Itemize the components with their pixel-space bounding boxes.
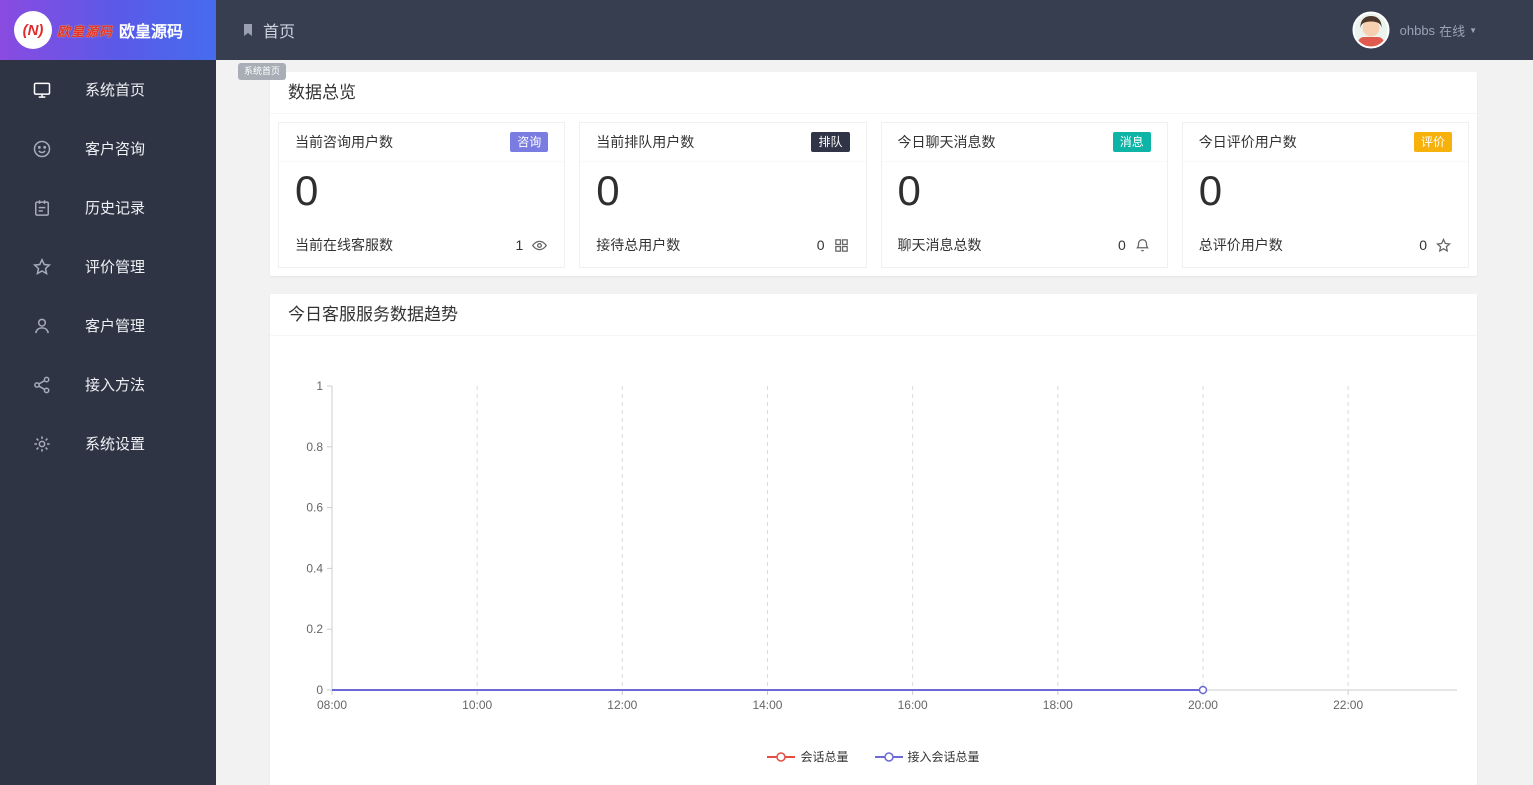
- user-menu[interactable]: ohbbs 在线 ▼: [1352, 11, 1533, 49]
- sidebar-item-label: 接入方法: [85, 377, 146, 394]
- svg-text:0.8: 0.8: [306, 440, 323, 454]
- stat-card-consulting: 当前咨询用户数 咨询 0 当前在线客服数 1: [278, 122, 566, 268]
- stat-card-reviews: 今日评价用户数 评价 0 总评价用户数 0: [1181, 122, 1469, 268]
- eye-icon: [531, 237, 548, 254]
- svg-text:18:00: 18:00: [1043, 698, 1073, 712]
- svg-text:20:00: 20:00: [1188, 698, 1218, 712]
- nav-home[interactable]: 首页: [240, 18, 295, 42]
- stat-card-title: 今日聊天消息数: [897, 134, 996, 150]
- status-badge: 评价: [1413, 132, 1452, 152]
- svg-text:16:00: 16:00: [898, 698, 928, 712]
- bookmark-icon: [244, 24, 252, 36]
- sidebar: 系统首页 客户咨询 历史记录 评价管理 客户管理 接入方法 系统设置: [0, 60, 216, 785]
- sidebar-item-label: 客户管理: [85, 318, 146, 335]
- stat-card-title: 当前咨询用户数: [295, 134, 393, 150]
- history-icon: [32, 198, 52, 218]
- svg-text:12:00: 12:00: [607, 698, 637, 712]
- status-badge: 排队: [811, 132, 850, 152]
- sidebar-item-system-home[interactable]: 系统首页: [0, 60, 216, 119]
- smiley-icon: [32, 139, 52, 159]
- stat-sub-label: 总评价用户数: [1198, 237, 1283, 253]
- chart-legend: 会话总量 接入会话总量: [270, 748, 1477, 765]
- brand-red-text: 欧皇源码: [57, 23, 114, 39]
- stat-sub-label: 当前在线客服数: [295, 237, 393, 253]
- stat-sub-label: 接待总用户数: [596, 237, 681, 253]
- svg-text:0.6: 0.6: [306, 501, 323, 515]
- stat-card-queue: 当前排队用户数 排队 0 接待总用户数 0: [579, 122, 867, 268]
- svg-text:0.2: 0.2: [306, 622, 323, 636]
- svg-text:0.4: 0.4: [306, 561, 323, 575]
- share-network-icon: [32, 375, 52, 395]
- legend-label: 接入会话总量: [907, 750, 980, 764]
- nav-home-label: 首页: [263, 24, 296, 41]
- user-status: 在线: [1439, 23, 1466, 39]
- svg-text:14:00: 14:00: [752, 698, 782, 712]
- status-badge: 消息: [1112, 132, 1151, 152]
- brand-name: 欧皇源码: [119, 24, 184, 41]
- stat-value: 0: [1198, 167, 1223, 214]
- gear-icon: [32, 434, 52, 454]
- topbar: (N) 欧皇源码 欧皇源码 首页 ohbbs 在线 ▼: [0, 0, 1533, 60]
- sidebar-item-system-settings[interactable]: 系统设置: [0, 414, 216, 473]
- data-overview-panel: 数据总览 当前咨询用户数 咨询 0 当前在线客服数 1 当前排队用户数 排队 0…: [270, 72, 1477, 276]
- sidebar-item-label: 系统首页: [85, 82, 146, 99]
- trend-panel-title: 今日客服服务数据趋势: [270, 294, 1477, 336]
- stat-sub-label: 聊天消息总数: [897, 237, 982, 253]
- sidebar-item-label: 系统设置: [85, 436, 146, 453]
- trend-line-chart: 0 0.2 0.4 0.6 0.8 1 08:00 10:00 12:00 14:00 16:00 1…: [270, 336, 1477, 746]
- stat-sub-value: 0: [1419, 237, 1427, 253]
- monitor-icon: [32, 80, 52, 100]
- brand-logo-icon: (N): [14, 11, 52, 49]
- stat-card-title: 当前排队用户数: [596, 134, 695, 150]
- stat-sub-value: 0: [1117, 237, 1126, 253]
- brand-logo[interactable]: (N) 欧皇源码 欧皇源码: [0, 0, 216, 60]
- bell-icon: [1134, 237, 1151, 254]
- star-icon: [1435, 237, 1452, 254]
- stat-cards-row: 当前咨询用户数 咨询 0 当前在线客服数 1 当前排队用户数 排队 0 接待总用…: [278, 122, 1469, 268]
- page-tab-system-home[interactable]: 系统首页: [238, 63, 287, 80]
- trend-panel: 今日客服服务数据趋势 0 0.2 0.4 0.6 0.8 1 08:00 10:00 12:00…: [270, 294, 1477, 785]
- stat-sub-value: 1: [515, 237, 524, 253]
- star-icon: [32, 257, 52, 277]
- chevron-down-icon: ▼: [1469, 25, 1477, 35]
- stat-value: 0: [596, 167, 620, 214]
- svg-text:22:00: 22:00: [1333, 698, 1363, 712]
- stat-card-title: 今日评价用户数: [1198, 134, 1297, 150]
- username: ohbbs: [1399, 22, 1436, 38]
- sidebar-item-history[interactable]: 历史记录: [0, 178, 216, 237]
- stat-sub-value: 0: [816, 237, 825, 253]
- legend-item[interactable]: 会话总量: [767, 748, 849, 765]
- stat-value: 0: [295, 167, 319, 214]
- legend-marker-icon: [767, 751, 796, 762]
- sidebar-item-customer-consult[interactable]: 客户咨询: [0, 119, 216, 178]
- avatar: [1352, 11, 1390, 49]
- svg-text:0: 0: [316, 683, 323, 697]
- stat-card-messages: 今日聊天消息数 消息 0 聊天消息总数 0: [880, 122, 1168, 268]
- sidebar-item-label: 客户咨询: [85, 141, 146, 158]
- sidebar-item-label: 历史记录: [85, 200, 146, 217]
- svg-text:08:00: 08:00: [317, 698, 347, 712]
- user-icon: [32, 316, 52, 336]
- svg-text:1: 1: [316, 379, 323, 393]
- stat-value: 0: [897, 167, 921, 214]
- sidebar-item-label: 评价管理: [85, 259, 146, 276]
- svg-text:10:00: 10:00: [462, 698, 492, 712]
- status-badge: 咨询: [510, 132, 549, 152]
- sidebar-item-review-management[interactable]: 评价管理: [0, 237, 216, 296]
- grid-icon: [833, 237, 850, 254]
- legend-item[interactable]: 接入会话总量: [874, 748, 980, 765]
- legend-label: 会话总量: [800, 750, 849, 764]
- sidebar-item-customer-management[interactable]: 客户管理: [0, 296, 216, 355]
- legend-marker-icon: [874, 751, 903, 762]
- data-overview-title: 数据总览: [270, 72, 1477, 114]
- main-content: 系统首页 数据总览 当前咨询用户数 咨询 0 当前在线客服数 1 当前排队用户数…: [216, 60, 1533, 785]
- sidebar-item-access-method[interactable]: 接入方法: [0, 355, 216, 414]
